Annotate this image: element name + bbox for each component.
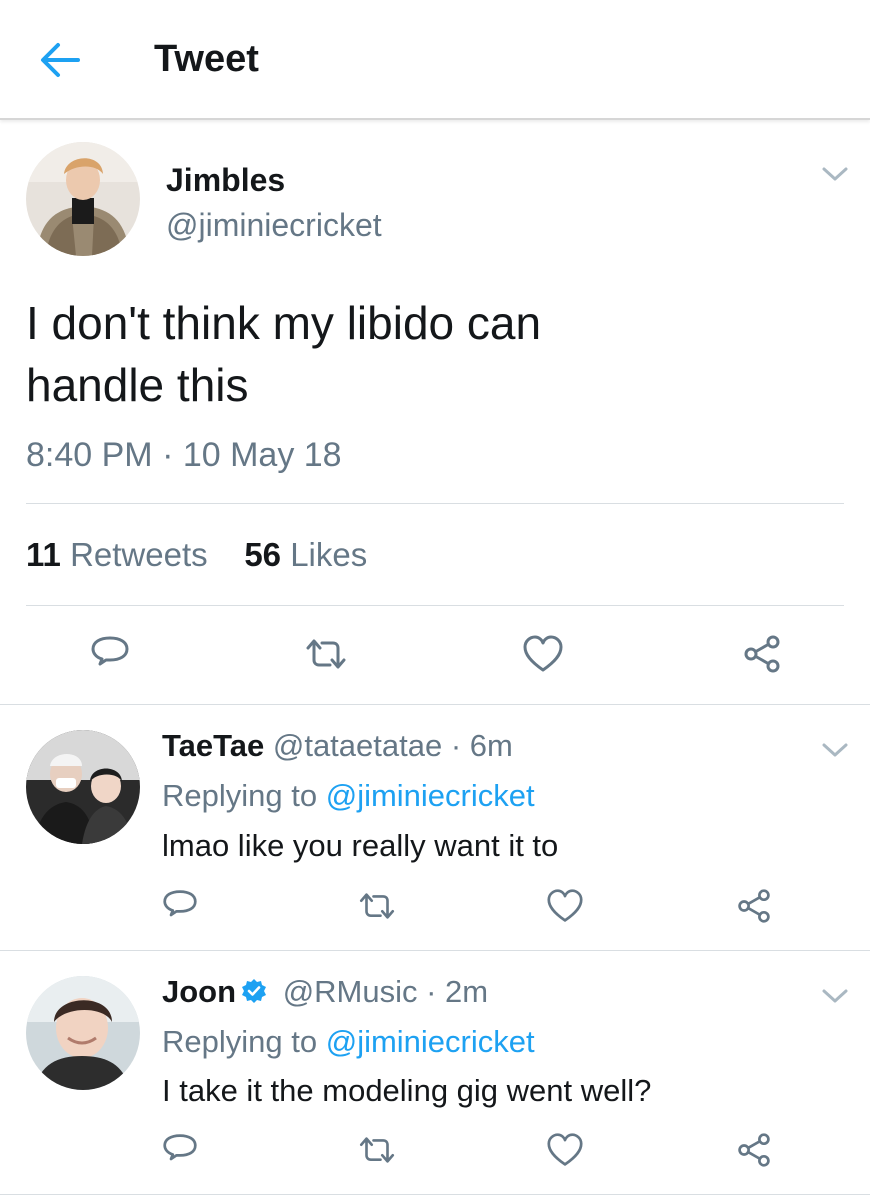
replying-to: Replying to @jiminiecricket	[162, 1024, 535, 1059]
display-name[interactable]: Jimbles	[166, 162, 285, 199]
reply-time: · 6m	[450, 728, 513, 763]
reply-icon	[91, 636, 129, 666]
reply-handle[interactable]: @RMusic	[283, 974, 418, 1009]
divider	[26, 503, 844, 504]
retweets-stat[interactable]: 11 Retweets	[26, 536, 208, 573]
reply-display-name[interactable]: Joon	[162, 974, 236, 1009]
reply-icon	[163, 890, 197, 917]
like-button[interactable]	[546, 888, 584, 924]
like-button[interactable]	[522, 634, 564, 674]
retweet-button[interactable]	[356, 890, 398, 922]
retweet-button[interactable]	[302, 636, 350, 672]
chevron-down-icon	[822, 167, 848, 181]
avatar[interactable]	[26, 976, 140, 1090]
more-options-button[interactable]	[820, 162, 850, 186]
replying-to: Replying to @jiminiecricket	[162, 778, 535, 813]
divider	[26, 605, 844, 606]
more-options-button[interactable]	[820, 984, 850, 1008]
retweet-icon	[306, 639, 346, 669]
back-button[interactable]	[38, 40, 82, 80]
retweet-icon	[359, 893, 395, 919]
share-button[interactable]	[736, 888, 772, 924]
avatar[interactable]	[26, 730, 140, 844]
share-button[interactable]	[742, 634, 782, 674]
share-button[interactable]	[736, 1132, 772, 1168]
retweet-button[interactable]	[356, 1134, 398, 1166]
share-icon	[744, 635, 780, 673]
user-handle[interactable]: @jiminiecricket	[166, 207, 382, 244]
share-icon	[738, 1133, 770, 1167]
reply-button[interactable]	[90, 634, 130, 674]
top-bar: Tweet	[0, 0, 870, 120]
mention-link[interactable]: @jiminiecricket	[326, 778, 535, 813]
mention-link[interactable]: @jiminiecricket	[326, 1024, 535, 1059]
like-button[interactable]	[546, 1132, 584, 1168]
reply-display-name[interactable]: TaeTae	[162, 728, 264, 763]
reply-header: TaeTae @tataetatae · 6m	[162, 728, 513, 764]
heart-icon	[547, 889, 583, 922]
heart-icon	[547, 1133, 583, 1166]
tweet-timestamp: 8:40 PM · 10 May 18	[26, 436, 342, 474]
reply-button[interactable]	[162, 888, 198, 924]
reply-button[interactable]	[162, 1132, 198, 1168]
retweet-icon	[359, 1137, 395, 1163]
divider	[0, 704, 870, 705]
divider	[0, 1194, 870, 1195]
page-title: Tweet	[154, 38, 259, 80]
tweet-text: I don't think my libido can handle this	[26, 297, 542, 411]
divider	[0, 950, 870, 951]
tweet-stats: 11 Retweets 56 Likes	[26, 536, 367, 574]
reply-text: lmao like you really want it to	[162, 828, 559, 863]
heart-icon	[523, 635, 563, 672]
chevron-down-icon	[822, 989, 848, 1003]
chevron-down-icon	[822, 743, 848, 757]
reply-handle[interactable]: @tataetatae	[273, 728, 442, 763]
reply-icon	[163, 1134, 197, 1161]
reply-text: I take it the modeling gig went well?	[162, 1073, 652, 1108]
likes-stat[interactable]: 56 Likes	[244, 536, 367, 573]
share-icon	[738, 889, 770, 923]
verified-badge-icon	[240, 977, 268, 1013]
reply-time: · 2m	[426, 974, 489, 1009]
more-options-button[interactable]	[820, 738, 850, 762]
arrow-left-icon	[41, 43, 80, 77]
reply-header: Joon @RMusic · 2m	[162, 974, 488, 1013]
avatar[interactable]	[26, 142, 140, 256]
